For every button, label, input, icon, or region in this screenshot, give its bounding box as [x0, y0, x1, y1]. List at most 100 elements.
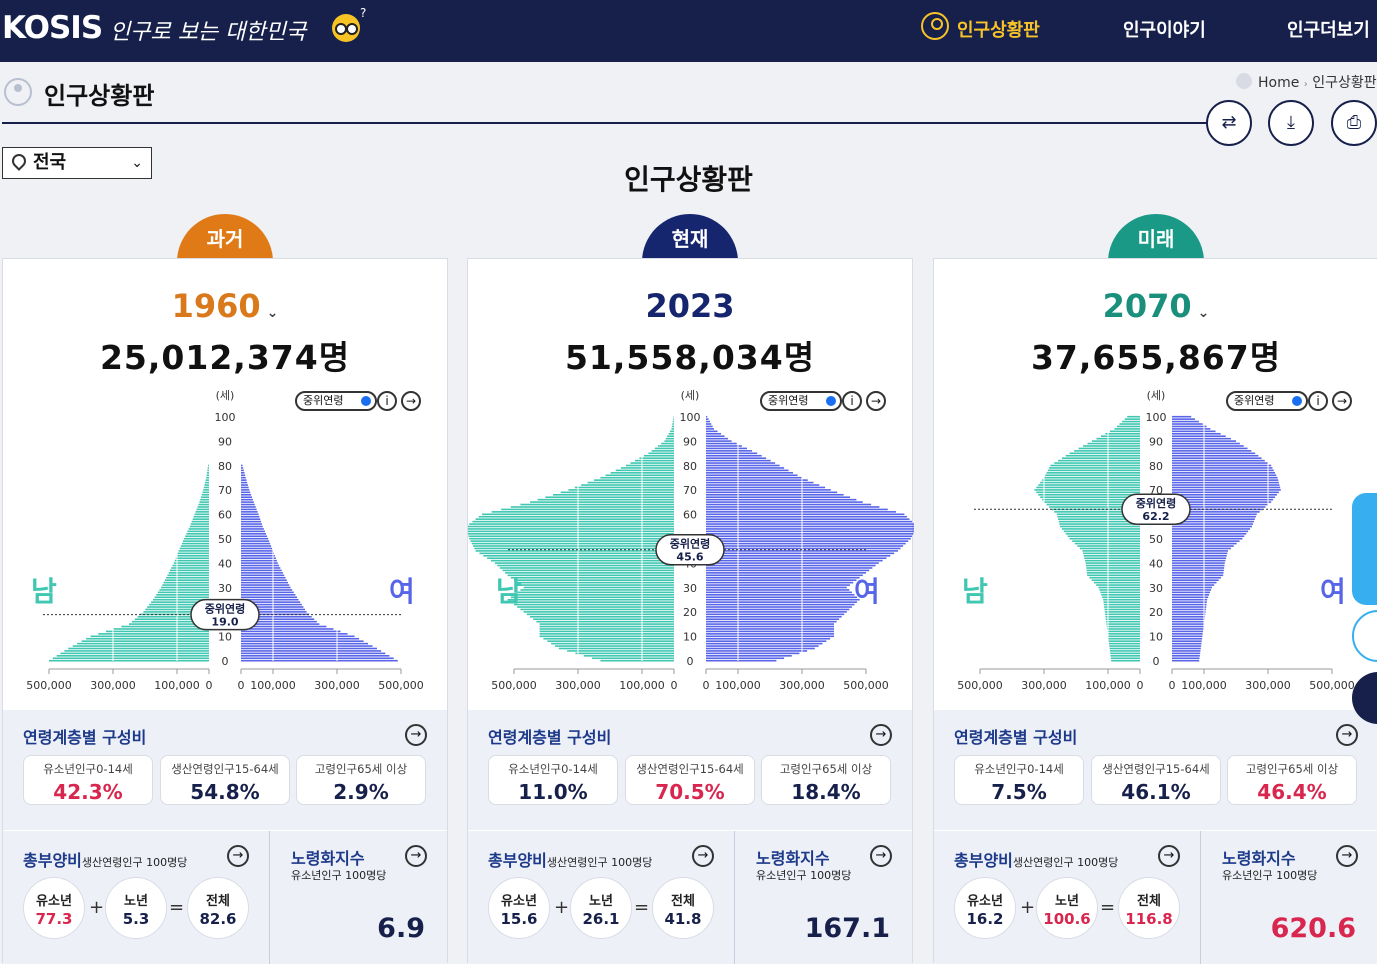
male-age-bar — [207, 470, 209, 472]
x-tick-label: 300,000 — [90, 679, 136, 692]
home-icon[interactable] — [1236, 73, 1252, 89]
youth-value: 11.0% — [489, 780, 617, 804]
male-age-bar — [1074, 450, 1140, 452]
male-age-bar — [524, 611, 674, 613]
arrow-right-icon[interactable]: → — [870, 724, 892, 746]
female-age-bar — [1172, 606, 1206, 608]
x-tick-label: 300,000 — [779, 679, 825, 692]
male-age-bar — [1086, 565, 1140, 567]
male-age-bar — [173, 565, 209, 567]
male-age-bar — [588, 482, 674, 484]
male-age-bar — [476, 518, 674, 520]
arrow-right-icon[interactable]: → — [405, 724, 427, 746]
arrow-right-icon[interactable]: → — [1158, 845, 1180, 867]
y-tick-label: 0 — [222, 655, 229, 668]
male-age-bar — [511, 506, 674, 508]
male-age-bar — [530, 501, 674, 503]
kosis-logo[interactable]: KOSIS — [2, 10, 102, 46]
male-age-bar — [178, 553, 209, 555]
plus-icon: + — [1020, 897, 1035, 918]
female-age-bar — [706, 487, 825, 489]
arrow-right-icon[interactable]: → — [405, 845, 427, 867]
download-button[interactable]: ⤓ — [1268, 100, 1314, 146]
male-age-bar — [1104, 609, 1140, 611]
female-age-bar — [706, 575, 863, 577]
year-selector[interactable]: 2070⌄ — [934, 287, 1377, 325]
breadcrumb-home[interactable]: Home — [1258, 75, 1299, 91]
male-age-bar — [495, 562, 674, 564]
old-dependency-value: 100.6 — [1037, 910, 1097, 928]
nav-population-more[interactable]: 인구더보기 — [1287, 16, 1370, 42]
female-age-bar — [706, 416, 707, 418]
side-quick-menu[interactable] — [1352, 493, 1377, 605]
x-tick-label: 100,000 — [1181, 679, 1227, 692]
male-age-bar — [1108, 636, 1140, 638]
male-age-bar — [520, 589, 674, 591]
male-age-bar — [165, 579, 209, 581]
female-age-bar — [241, 575, 284, 577]
y-tick-label: 100 — [680, 411, 701, 424]
female-label: 여 — [854, 575, 880, 608]
arrow-right-icon[interactable]: → — [1336, 724, 1358, 746]
arrow-right-icon[interactable]: → — [1336, 845, 1358, 867]
year-selector[interactable]: 2023 — [468, 287, 912, 325]
male-age-bar — [1070, 538, 1140, 540]
male-age-bar — [666, 438, 674, 440]
male-age-bar — [201, 496, 209, 498]
female-age-bar — [241, 538, 268, 540]
year-selector[interactable]: 1960⌄ — [3, 287, 447, 325]
female-age-bar — [706, 592, 852, 594]
y-tick-label: 70 — [218, 484, 232, 497]
arrow-right-icon[interactable]: → — [870, 845, 892, 867]
female-age-bar — [241, 521, 261, 523]
youth-dependency-value: 77.3 — [24, 910, 84, 928]
total-dependency-label: 전체 — [1119, 890, 1179, 909]
male-age-bar — [474, 548, 674, 550]
nav-population-dashboard[interactable]: 인구상황판 — [957, 16, 1040, 42]
female-age-bar — [706, 499, 856, 501]
male-age-bar — [1040, 482, 1140, 484]
female-age-bar — [1172, 565, 1224, 567]
male-age-bar — [1082, 550, 1140, 552]
male-age-bar — [184, 538, 209, 540]
female-age-bar — [1172, 570, 1224, 572]
youth-ratio-box: 유소년인구0-14세42.3% — [23, 755, 153, 805]
nav-population-stories[interactable]: 인구이야기 — [1123, 16, 1206, 42]
population-pyramid-chart: (세)1009080706050403020100500,000300,0001… — [934, 387, 1377, 707]
male-age-bar — [1105, 614, 1140, 616]
breadcrumb-current: 인구상황판 — [1312, 75, 1376, 91]
female-age-bar — [1172, 609, 1206, 611]
female-age-bar — [1172, 462, 1268, 464]
tab-1: 현재 — [642, 214, 738, 262]
elderly-label: 고령인구65세 이상 — [762, 761, 890, 777]
youth-dependency-bubble: 유소년16.2 — [954, 877, 1016, 939]
female-age-bar — [241, 636, 355, 638]
male-age-bar — [648, 453, 674, 455]
male-age-bar — [540, 631, 674, 633]
age-composition-section: 연령계층별 구성비 → 유소년인구0-14세42.3% 생산연령인구15-64세… — [3, 710, 447, 830]
female-age-bar — [706, 467, 784, 469]
female-age-bar — [706, 421, 710, 423]
female-label: 여 — [389, 575, 415, 608]
female-age-bar — [706, 477, 802, 479]
female-age-bar — [706, 589, 849, 591]
male-age-bar — [180, 548, 209, 550]
download-icon: ⤓ — [1287, 112, 1295, 133]
female-age-bar — [1172, 487, 1280, 489]
female-age-bar — [241, 653, 385, 655]
female-age-bar — [1172, 572, 1224, 574]
male-age-bar — [1045, 474, 1140, 476]
female-age-bar — [706, 450, 752, 452]
male-age-bar — [468, 531, 674, 533]
total-population: 37,655,867명 — [934, 331, 1377, 379]
arrow-right-icon[interactable]: → — [227, 845, 249, 867]
male-age-bar — [483, 555, 674, 557]
dependency-section: 총부양비생산연령인구 100명당 → 유소년16.2 + 노년100.6 = 전… — [934, 831, 1377, 964]
print-button[interactable]: ⎙ — [1331, 100, 1377, 146]
arrow-right-icon[interactable]: → — [692, 845, 714, 867]
share-button[interactable]: ⇄ — [1206, 100, 1252, 146]
old-dependency-bubble: 노년100.6 — [1036, 877, 1098, 939]
male-age-bar — [1086, 567, 1140, 569]
male-age-bar — [468, 526, 674, 528]
population-pyramid-chart: (세)1009080706050403020100500,000300,0001… — [468, 387, 914, 707]
